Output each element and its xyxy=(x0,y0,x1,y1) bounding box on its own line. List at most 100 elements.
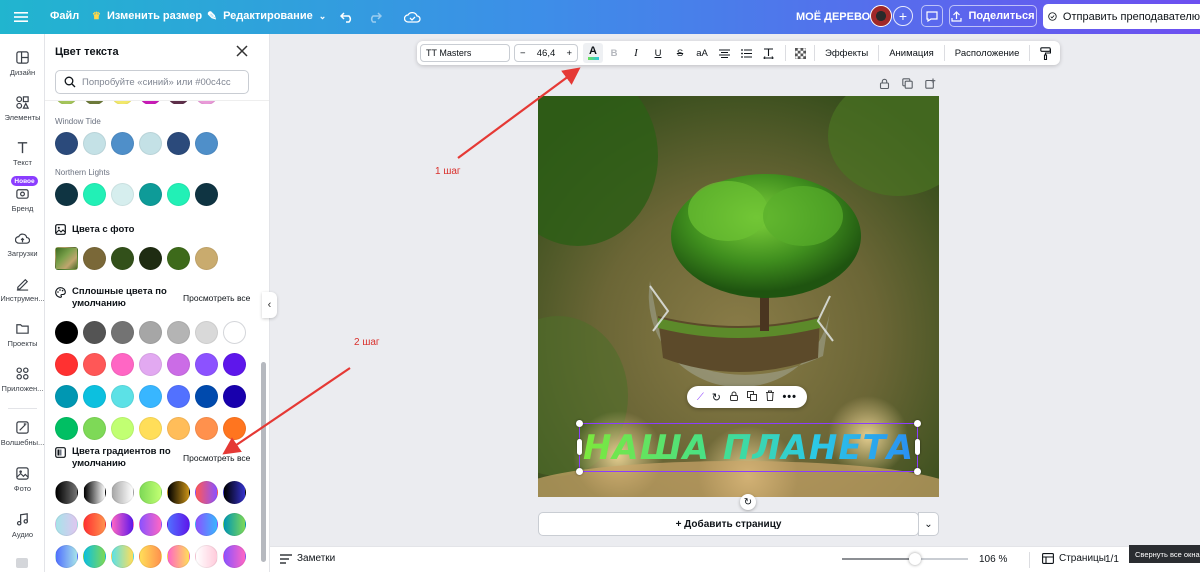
gradient-swatch[interactable] xyxy=(223,545,246,568)
color-swatch[interactable] xyxy=(55,417,78,440)
color-swatch[interactable] xyxy=(55,132,78,155)
letter-case-button[interactable]: aA xyxy=(691,41,713,65)
gradient-swatch[interactable] xyxy=(83,481,106,504)
color-swatch[interactable] xyxy=(139,321,162,344)
gradient-swatch[interactable] xyxy=(139,513,162,536)
more-icon[interactable]: ••• xyxy=(782,391,797,403)
lock-page-icon[interactable] xyxy=(879,78,890,90)
add-collaborator-button[interactable]: + xyxy=(893,6,913,26)
color-swatch[interactable] xyxy=(111,417,134,440)
color-swatch[interactable] xyxy=(223,353,246,376)
color-swatch[interactable] xyxy=(111,132,134,155)
rail-item-magic[interactable]: Волшебны... xyxy=(0,420,45,447)
rail-item-audio[interactable]: Аудио xyxy=(0,512,45,539)
rail-item-tools[interactable]: Инструмен... xyxy=(0,276,45,303)
solid-see-all-link[interactable]: Просмотреть все xyxy=(183,293,250,303)
text-selection-box[interactable]: НАША ПЛАНЕТА xyxy=(576,420,921,475)
color-swatch[interactable] xyxy=(195,183,218,206)
gradient-swatch[interactable] xyxy=(139,545,162,568)
rail-item-elements[interactable]: Элементы xyxy=(0,95,45,122)
color-swatch[interactable] xyxy=(83,132,106,155)
rail-item-brand[interactable]: Бренд xyxy=(0,186,45,213)
gradient-swatch[interactable] xyxy=(167,481,190,504)
rail-item-uploads[interactable]: Загрузки xyxy=(0,231,45,258)
color-swatch[interactable] xyxy=(195,247,218,270)
design-title[interactable]: МОЁ ДЕРЕВО xyxy=(796,11,870,23)
color-swatch[interactable] xyxy=(195,132,218,155)
add-page-button[interactable]: + Добавить страницу xyxy=(538,512,919,536)
color-swatch[interactable] xyxy=(223,417,246,440)
pages-button[interactable]: Страницы xyxy=(1042,553,1106,564)
rail-item-design[interactable]: Дизайн xyxy=(0,50,45,77)
font-size-input[interactable]: 46,4 xyxy=(537,48,556,59)
send-to-teacher-button[interactable]: Отправить преподавателю xyxy=(1043,4,1200,29)
color-swatch[interactable] xyxy=(139,132,162,155)
position-button[interactable]: Расположение xyxy=(951,41,1024,65)
gradient-swatch[interactable] xyxy=(83,513,106,536)
gradient-swatch[interactable] xyxy=(167,545,190,568)
collapse-panel-button[interactable]: ‹ xyxy=(262,292,277,318)
spacing-button[interactable] xyxy=(757,41,779,65)
color-swatch[interactable] xyxy=(223,321,246,344)
increase-font-size-button[interactable]: + xyxy=(566,48,572,59)
color-swatch[interactable] xyxy=(83,247,106,270)
color-swatch[interactable] xyxy=(139,183,162,206)
color-swatch[interactable] xyxy=(111,247,134,270)
color-swatch[interactable] xyxy=(139,417,162,440)
color-swatch[interactable] xyxy=(111,353,134,376)
zoom-level[interactable]: 106 % xyxy=(979,554,1007,565)
duplicate-page-icon[interactable] xyxy=(902,78,913,89)
gradient-swatch[interactable] xyxy=(55,513,78,536)
rail-item-photos[interactable]: Фото xyxy=(0,466,45,493)
color-search-input[interactable]: Попробуйте «синий» или #00c4cc xyxy=(55,70,249,94)
color-swatch[interactable] xyxy=(83,321,106,344)
copy-style-button[interactable] xyxy=(1036,41,1054,65)
resize-button[interactable]: ♛ Изменить размер xyxy=(92,10,202,22)
color-swatch[interactable] xyxy=(83,417,106,440)
gradient-see-all-link[interactable]: Просмотреть все xyxy=(183,453,250,463)
text-color-button[interactable]: A xyxy=(583,43,603,63)
color-swatch[interactable] xyxy=(195,321,218,344)
magic-edit-icon[interactable]: ⟋ xyxy=(697,392,704,403)
edit-mode-button[interactable]: ✎ Редактирование ⌄ xyxy=(207,9,326,23)
italic-button[interactable]: I xyxy=(625,41,647,65)
gradient-swatch[interactable] xyxy=(195,545,218,568)
color-swatch[interactable] xyxy=(167,132,190,155)
more-apps-icon[interactable] xyxy=(16,558,28,568)
font-family-dropdown[interactable]: TT Masters xyxy=(420,44,510,62)
gradient-swatch[interactable] xyxy=(167,513,190,536)
file-menu[interactable]: Файл xyxy=(50,10,79,22)
bold-button[interactable]: B xyxy=(603,41,625,65)
undo-icon[interactable] xyxy=(338,8,356,26)
color-swatch[interactable] xyxy=(55,385,78,408)
rail-item-text[interactable]: Текст xyxy=(0,140,45,167)
photo-thumbnail[interactable] xyxy=(55,247,78,270)
gradient-swatch[interactable] xyxy=(195,513,218,536)
resize-handle[interactable] xyxy=(914,420,921,427)
panel-scrollbar[interactable] xyxy=(261,362,266,562)
duplicate-icon[interactable] xyxy=(746,390,757,404)
cloud-saved-icon[interactable] xyxy=(402,8,422,26)
resize-handle[interactable] xyxy=(576,420,583,427)
menu-icon[interactable] xyxy=(12,8,30,26)
rail-item-apps[interactable]: Приложен... xyxy=(0,366,45,393)
resize-handle[interactable] xyxy=(914,468,921,475)
strikethrough-button[interactable]: S xyxy=(669,41,691,65)
rail-item-projects[interactable]: Проекты xyxy=(0,321,45,348)
color-swatch[interactable] xyxy=(167,321,190,344)
color-swatch[interactable] xyxy=(111,321,134,344)
gradient-swatch[interactable] xyxy=(111,545,134,568)
gradient-swatch[interactable] xyxy=(111,513,134,536)
resize-handle[interactable] xyxy=(576,468,583,475)
color-swatch[interactable] xyxy=(111,183,134,206)
color-swatch[interactable] xyxy=(83,183,106,206)
notes-button[interactable]: Заметки xyxy=(280,553,335,564)
close-icon[interactable] xyxy=(235,44,249,58)
gradient-swatch[interactable] xyxy=(195,481,218,504)
trash-icon[interactable] xyxy=(765,390,775,404)
color-swatch[interactable] xyxy=(167,417,190,440)
color-swatch[interactable] xyxy=(55,353,78,376)
underline-button[interactable]: U xyxy=(647,41,669,65)
color-swatch[interactable] xyxy=(55,183,78,206)
color-swatch[interactable] xyxy=(195,417,218,440)
